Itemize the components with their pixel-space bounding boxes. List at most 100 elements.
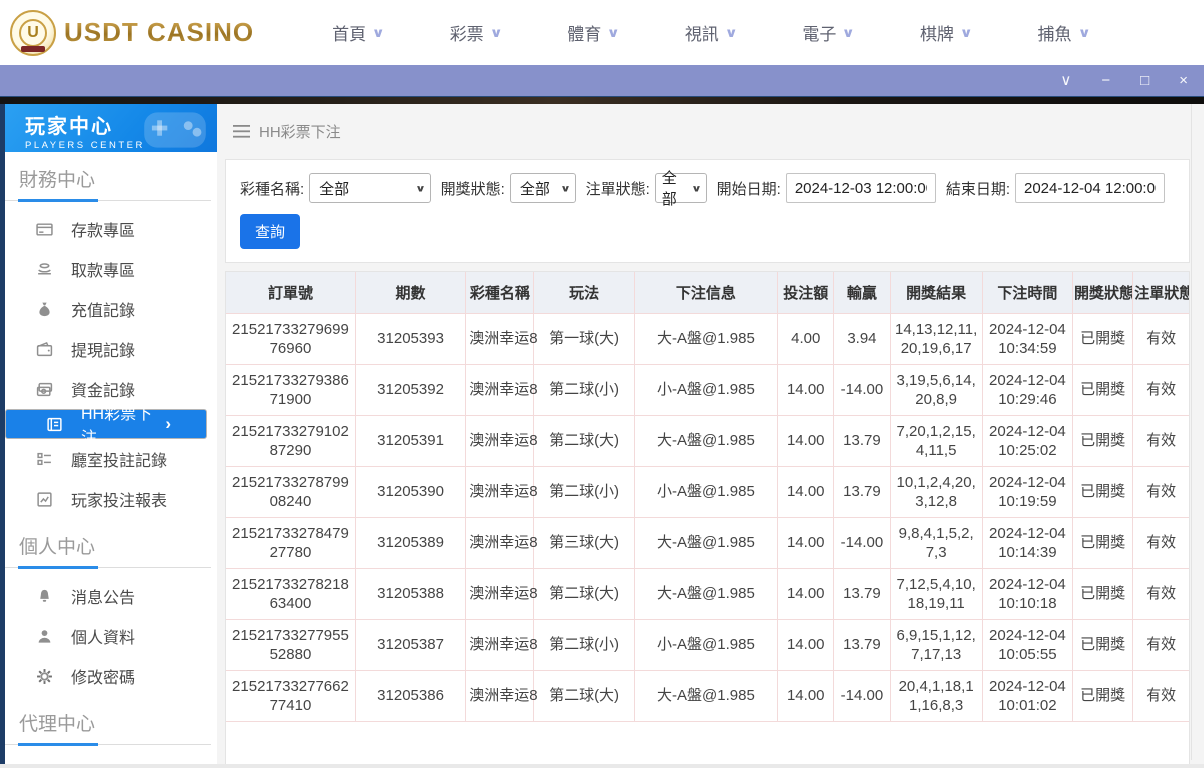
sidebar-item-withdrawal-records[interactable]: 提現記錄 [5,329,217,369]
table-cell: 10,1,2,4,20,3,12,8 [890,466,983,518]
sidebar-item-label: 廳室投註記錄 [71,453,168,470]
table-cell: 31205393 [355,313,467,365]
table-header-row: 訂單號 期數 彩種名稱 玩法 下注信息 投注額 輸贏 開獎結果 下注時間 開獎狀… [226,272,1189,314]
nav-label: 首頁 [332,25,367,44]
table-cell: 2152173327766277410 [226,670,356,722]
filter-panel: 彩種名稱: 全部 ∨ 開獎狀態: 全部 ∨ 注單狀態: 全部 ∨ 開始日期: 2… [225,159,1190,263]
nav-item-sports[interactable]: 體育 ∨ [567,20,620,45]
ledger-icon [46,416,63,433]
table-cell: 澳洲幸运8 [465,466,538,518]
nav-item-egame[interactable]: 電子 ∨ [802,20,855,45]
table-cell: 7,12,5,4,10,18,19,11 [890,568,983,620]
table-cell: 大-A盤@1.985 [634,670,779,722]
sidebar-item-recharge-records[interactable]: 充值記錄 [5,289,217,329]
nav-item-fishing[interactable]: 捕魚 ∨ [1038,20,1091,45]
query-button[interactable]: 查詢 [240,214,301,249]
col-bet-status: 注單狀態 [1132,272,1189,314]
table-cell: 20,4,1,18,11,16,8,3 [890,670,983,722]
table-cell: 14,13,12,11,20,19,6,17 [890,313,983,365]
table-cell: 2024-12-04 10:25:02 [982,415,1074,467]
table-cell: 已開獎 [1072,568,1134,620]
sidebar: 玩家中心 PLAYERS CENTER 財務中心 存款專區 取款專區 充值記錄 … [5,104,217,764]
table-cell: 2152173327821863400 [226,568,356,620]
nav-item-lottery[interactable]: 彩票 ∨ [449,20,503,45]
nav-label: 彩票 [449,25,484,44]
sidebar-item-label: 個人資料 [71,630,136,647]
table-cell: 2024-12-04 10:19:59 [982,466,1074,518]
window-chevron-button[interactable]: ∨ [1060,73,1071,88]
col-bet-amount: 投注額 [777,272,835,314]
col-draw-result: 開獎結果 [890,272,983,314]
section-divider [5,743,217,746]
table-cell: 14.00 [777,364,835,416]
table-cell: 澳洲幸运8 [465,517,538,569]
table-cell: 有效 [1132,670,1189,722]
close-button[interactable]: × [1179,73,1188,88]
chevron-down-icon: ∨ [414,183,426,195]
gamepad-watermark-icon [144,112,206,148]
table-cell: 2024-12-04 10:10:18 [982,568,1074,620]
section-divider [5,566,217,569]
sidebar-item-agent-rules[interactable]: 代理規則說明 [5,753,217,764]
main-nav: 首頁 ∨ 彩票 ∨ 體育 ∨ 視訊 ∨ 電子 ∨ 棋牌 ∨ 捕魚 ∨ [332,20,1091,45]
select-value: 全部 [319,180,350,198]
table-cell: 已開獎 [1072,517,1134,569]
col-period: 期數 [355,272,467,314]
table-cell: 6,9,15,1,12,7,17,13 [890,619,983,671]
end-date-input[interactable] [1014,173,1165,203]
select-value: 全部 [519,180,550,198]
col-order-no: 訂單號 [226,272,356,314]
sidebar-header: 玩家中心 PLAYERS CENTER [5,104,217,152]
bet-status-select[interactable]: 全部 ∨ [654,170,707,208]
nav-label: 視訊 [684,25,719,44]
table-cell: 已開獎 [1072,670,1134,722]
table-cell: 2024-12-04 10:01:02 [982,670,1074,722]
section-title-agent: 代理中心 [19,714,96,735]
hamburger-icon[interactable] [233,125,250,138]
deposit-card-icon [36,221,53,238]
sidebar-item-label: 代理規則說明 [71,761,167,764]
sidebar-item-change-password[interactable]: 修改密碼 [5,656,217,696]
top-header: U USDT CASINO 首頁 ∨ 彩票 ∨ 體育 ∨ 視訊 ∨ 電子 ∨ 棋牌 ∨ 捕魚… [0,0,1204,65]
table-cell: 小-A盤@1.985 [634,619,779,671]
table-cell: 澳洲幸运8 [465,568,538,620]
table-row: 2152173327847927780 31205389 澳洲幸运8 第三球(大) 大-… [226,517,1189,569]
money-bag-icon [36,301,53,318]
sidebar-item-player-bet-report[interactable]: 玩家投注報表 [5,479,217,519]
nav-item-cards[interactable]: 棋牌 ∨ [920,20,973,45]
sidebar-item-withdraw[interactable]: 取款專區 [5,249,217,289]
app-window: U USDT CASINO 首頁 ∨ 彩票 ∨ 體育 ∨ 視訊 ∨ 電子 ∨ 棋牌 ∨ 捕魚… [0,0,1204,768]
col-bet-info: 下注信息 [634,272,779,314]
table-cell: 31205388 [355,568,467,620]
col-play-type: 玩法 [533,272,635,314]
table-cell: 有效 [1132,619,1189,671]
nav-item-home[interactable]: 首頁 ∨ [332,20,385,45]
sidebar-item-profile[interactable]: 個人資料 [5,616,217,656]
nav-item-video[interactable]: 視訊 ∨ [684,20,738,45]
table-cell: 有效 [1132,466,1189,518]
user-icon [36,628,53,645]
table-cell: 4.00 [777,313,835,365]
table-row: 2152173327795552880 31205387 澳洲幸运8 第二球(小) 小-… [226,619,1189,671]
table-cell: 澳洲幸运8 [465,313,538,365]
maximize-button[interactable]: □ [1140,73,1149,88]
table-cell: 第二球(小) [533,619,635,671]
table-cell: 14.00 [777,466,835,518]
sidebar-item-deposit[interactable]: 存款專區 [5,209,217,249]
chevron-down-icon: ∨ [959,24,973,40]
lottery-name-select[interactable]: 全部 ∨ [309,173,431,203]
table-cell: 2024-12-04 10:14:39 [982,517,1074,569]
table-row: 2152173327766277410 31205386 澳洲幸运8 第二球(大) 大-… [226,670,1189,722]
draw-status-select[interactable]: 全部 ∨ [509,173,576,203]
brand-logo: U USDT CASINO [10,9,254,56]
sidebar-item-hh-lottery-bets[interactable]: HH彩票下注 › [5,406,207,447]
bets-table-panel: 訂單號 期數 彩種名稱 玩法 下注信息 投注額 輸贏 開獎結果 下注時間 開獎狀… [225,271,1190,764]
breadcrumb: HH彩票下注 [225,104,1190,155]
table-cell: 有效 [1132,415,1189,467]
table-cell: 2024-12-04 10:29:46 [982,364,1074,416]
minimize-button[interactable]: − [1101,73,1110,88]
table-cell: 7,20,1,2,15,4,11,5 [890,415,983,467]
sidebar-item-announcements[interactable]: 消息公告 [5,576,217,616]
sidebar-item-label: HH彩票下注 [81,406,153,447]
start-date-input[interactable] [785,173,936,203]
